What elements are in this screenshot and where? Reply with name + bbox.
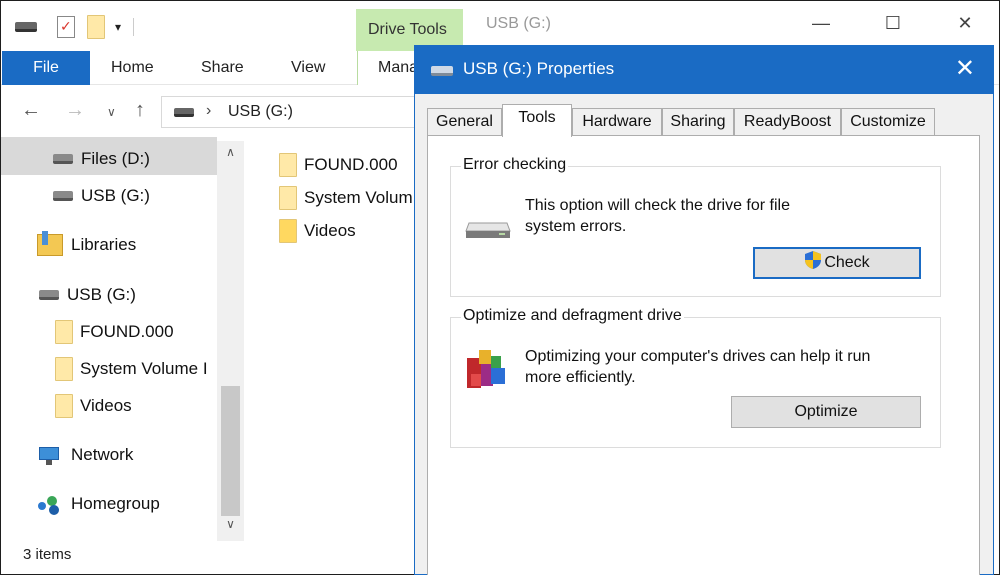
list-item[interactable]: FOUND.000: [279, 151, 398, 179]
close-icon[interactable]: ✕: [955, 54, 975, 83]
error-checking-group: Error checking This option will check th…: [450, 156, 941, 297]
tools-tab-panel: Error checking This option will check th…: [427, 135, 980, 575]
tab-tools[interactable]: Tools: [502, 104, 572, 137]
tab-customize[interactable]: Customize: [841, 108, 935, 136]
back-arrow-icon[interactable]: ←: [21, 99, 41, 122]
error-checking-line-2: system errors.: [525, 218, 627, 235]
folder-icon: [279, 219, 297, 243]
hard-drive-icon: [465, 222, 511, 238]
libraries-icon: [37, 231, 63, 256]
list-item[interactable]: System Volum: [279, 184, 413, 212]
quick-access-toolbar: ✓ ▾: [15, 15, 135, 39]
navigation-pane: Files (D:) USB (G:) Libraries USB (G:) F…: [1, 141, 244, 541]
nav-item-label: System Volume I: [80, 359, 208, 378]
tab-general[interactable]: General: [427, 108, 502, 136]
nav-item-label: FOUND.000: [80, 322, 174, 341]
tab-share[interactable]: Share: [201, 51, 244, 85]
status-bar-item-count: 3 items: [23, 546, 72, 563]
navigation-scrollbar[interactable]: ∧ ∨: [217, 141, 244, 541]
tab-sharing[interactable]: Sharing: [662, 108, 734, 136]
dialog-titlebar[interactable]: USB (G:) Properties ✕: [415, 46, 993, 94]
nav-item-label: Homegroup: [71, 494, 160, 513]
breadcrumb[interactable]: USB (G:): [228, 103, 293, 121]
uac-shield-icon: [805, 251, 822, 269]
dialog-tabs: General Tools Hardware Sharing ReadyBoos…: [427, 104, 987, 137]
nav-item-files-d[interactable]: Files (D:): [53, 141, 150, 177]
explorer-titlebar: ✓ ▾ Drive Tools USB (G:) — ☐ ✕: [1, 1, 999, 51]
file-name: System Volum: [304, 188, 413, 207]
homegroup-icon: [37, 493, 63, 515]
check-button[interactable]: Check: [753, 247, 921, 279]
window-title: USB (G:): [486, 15, 551, 32]
recent-locations-chevron-icon[interactable]: ∨: [107, 105, 116, 119]
nav-item-label: Libraries: [71, 235, 137, 254]
error-checking-line-1: This option will check the drive for fil…: [525, 197, 790, 214]
optimize-group: Optimize and defragment drive Optimizing…: [450, 307, 941, 448]
nav-item-usb-g[interactable]: USB (G:): [53, 178, 150, 214]
file-name: FOUND.000: [304, 155, 398, 174]
properties-checkmark-icon[interactable]: ✓: [57, 16, 75, 38]
optimize-line-1: Optimizing your computer's drives can he…: [525, 348, 871, 365]
network-icon: [37, 445, 63, 465]
scroll-down-chevron-icon[interactable]: ∨: [217, 517, 244, 531]
folder-icon: [279, 186, 297, 210]
forward-arrow-icon[interactable]: →: [65, 99, 85, 122]
new-folder-icon[interactable]: [87, 15, 105, 39]
nav-item-label: USB (G:): [81, 186, 150, 205]
optimize-legend: Optimize and defragment drive: [461, 307, 684, 325]
minimize-icon[interactable]: —: [809, 13, 833, 34]
usb-drive-icon: [39, 290, 59, 300]
tab-hardware[interactable]: Hardware: [572, 108, 662, 136]
tab-home[interactable]: Home: [111, 51, 154, 85]
tab-view[interactable]: View: [291, 51, 325, 85]
scrollbar-thumb[interactable]: [221, 386, 240, 516]
nav-item-network[interactable]: Network: [37, 437, 133, 473]
list-item[interactable]: Videos: [279, 217, 356, 245]
optimize-line-2: more efficiently.: [525, 369, 636, 386]
scroll-up-chevron-icon[interactable]: ∧: [217, 145, 244, 159]
optimize-button[interactable]: Optimize: [731, 396, 921, 428]
file-name: Videos: [304, 221, 356, 240]
close-icon[interactable]: ✕: [953, 13, 977, 34]
drive-icon: [53, 191, 73, 201]
tab-file[interactable]: File: [2, 51, 90, 85]
nav-item-label: USB (G:): [67, 285, 136, 304]
drive-icon[interactable]: [15, 22, 37, 32]
nav-item-libraries[interactable]: Libraries: [37, 227, 136, 263]
optimize-description: Optimizing your computer's drives can he…: [525, 346, 870, 388]
breadcrumb-chevron-icon[interactable]: ›: [206, 102, 211, 120]
nav-item-label: Videos: [80, 396, 132, 415]
error-checking-description: This option will check the drive for fil…: [525, 195, 790, 237]
folder-icon: [55, 320, 73, 344]
toolbar-separator: [133, 18, 135, 36]
drive-icon: [431, 66, 453, 76]
nav-item-system-volume[interactable]: System Volume I: [55, 351, 208, 387]
drive-tools-label: Drive Tools: [368, 21, 447, 38]
properties-dialog: USB (G:) Properties ✕ General Tools Hard…: [414, 45, 994, 575]
nav-item-label: Network: [71, 445, 134, 464]
tab-readyboost[interactable]: ReadyBoost: [734, 108, 841, 136]
up-arrow-icon[interactable]: ↑: [135, 99, 145, 122]
dialog-title: USB (G:) Properties: [463, 59, 615, 78]
check-button-label: Check: [824, 254, 870, 271]
folder-icon: [55, 357, 73, 381]
defragment-icon: [467, 350, 505, 388]
drive-icon: [53, 154, 73, 164]
nav-item-label: Files (D:): [81, 149, 150, 168]
maximize-icon[interactable]: ☐: [881, 13, 905, 34]
file-list: FOUND.000 System Volum Videos: [271, 149, 421, 269]
error-checking-legend: Error checking: [461, 156, 569, 174]
drive-icon: [174, 108, 194, 117]
nav-item-found-000[interactable]: FOUND.000: [55, 314, 174, 350]
nav-item-homegroup[interactable]: Homegroup: [37, 486, 160, 522]
customize-toolbar-chevron-icon[interactable]: ▾: [115, 20, 121, 34]
folder-icon: [55, 394, 73, 418]
nav-item-usb-g-selected[interactable]: USB (G:): [39, 277, 136, 313]
nav-item-videos[interactable]: Videos: [55, 388, 132, 424]
folder-icon: [279, 153, 297, 177]
